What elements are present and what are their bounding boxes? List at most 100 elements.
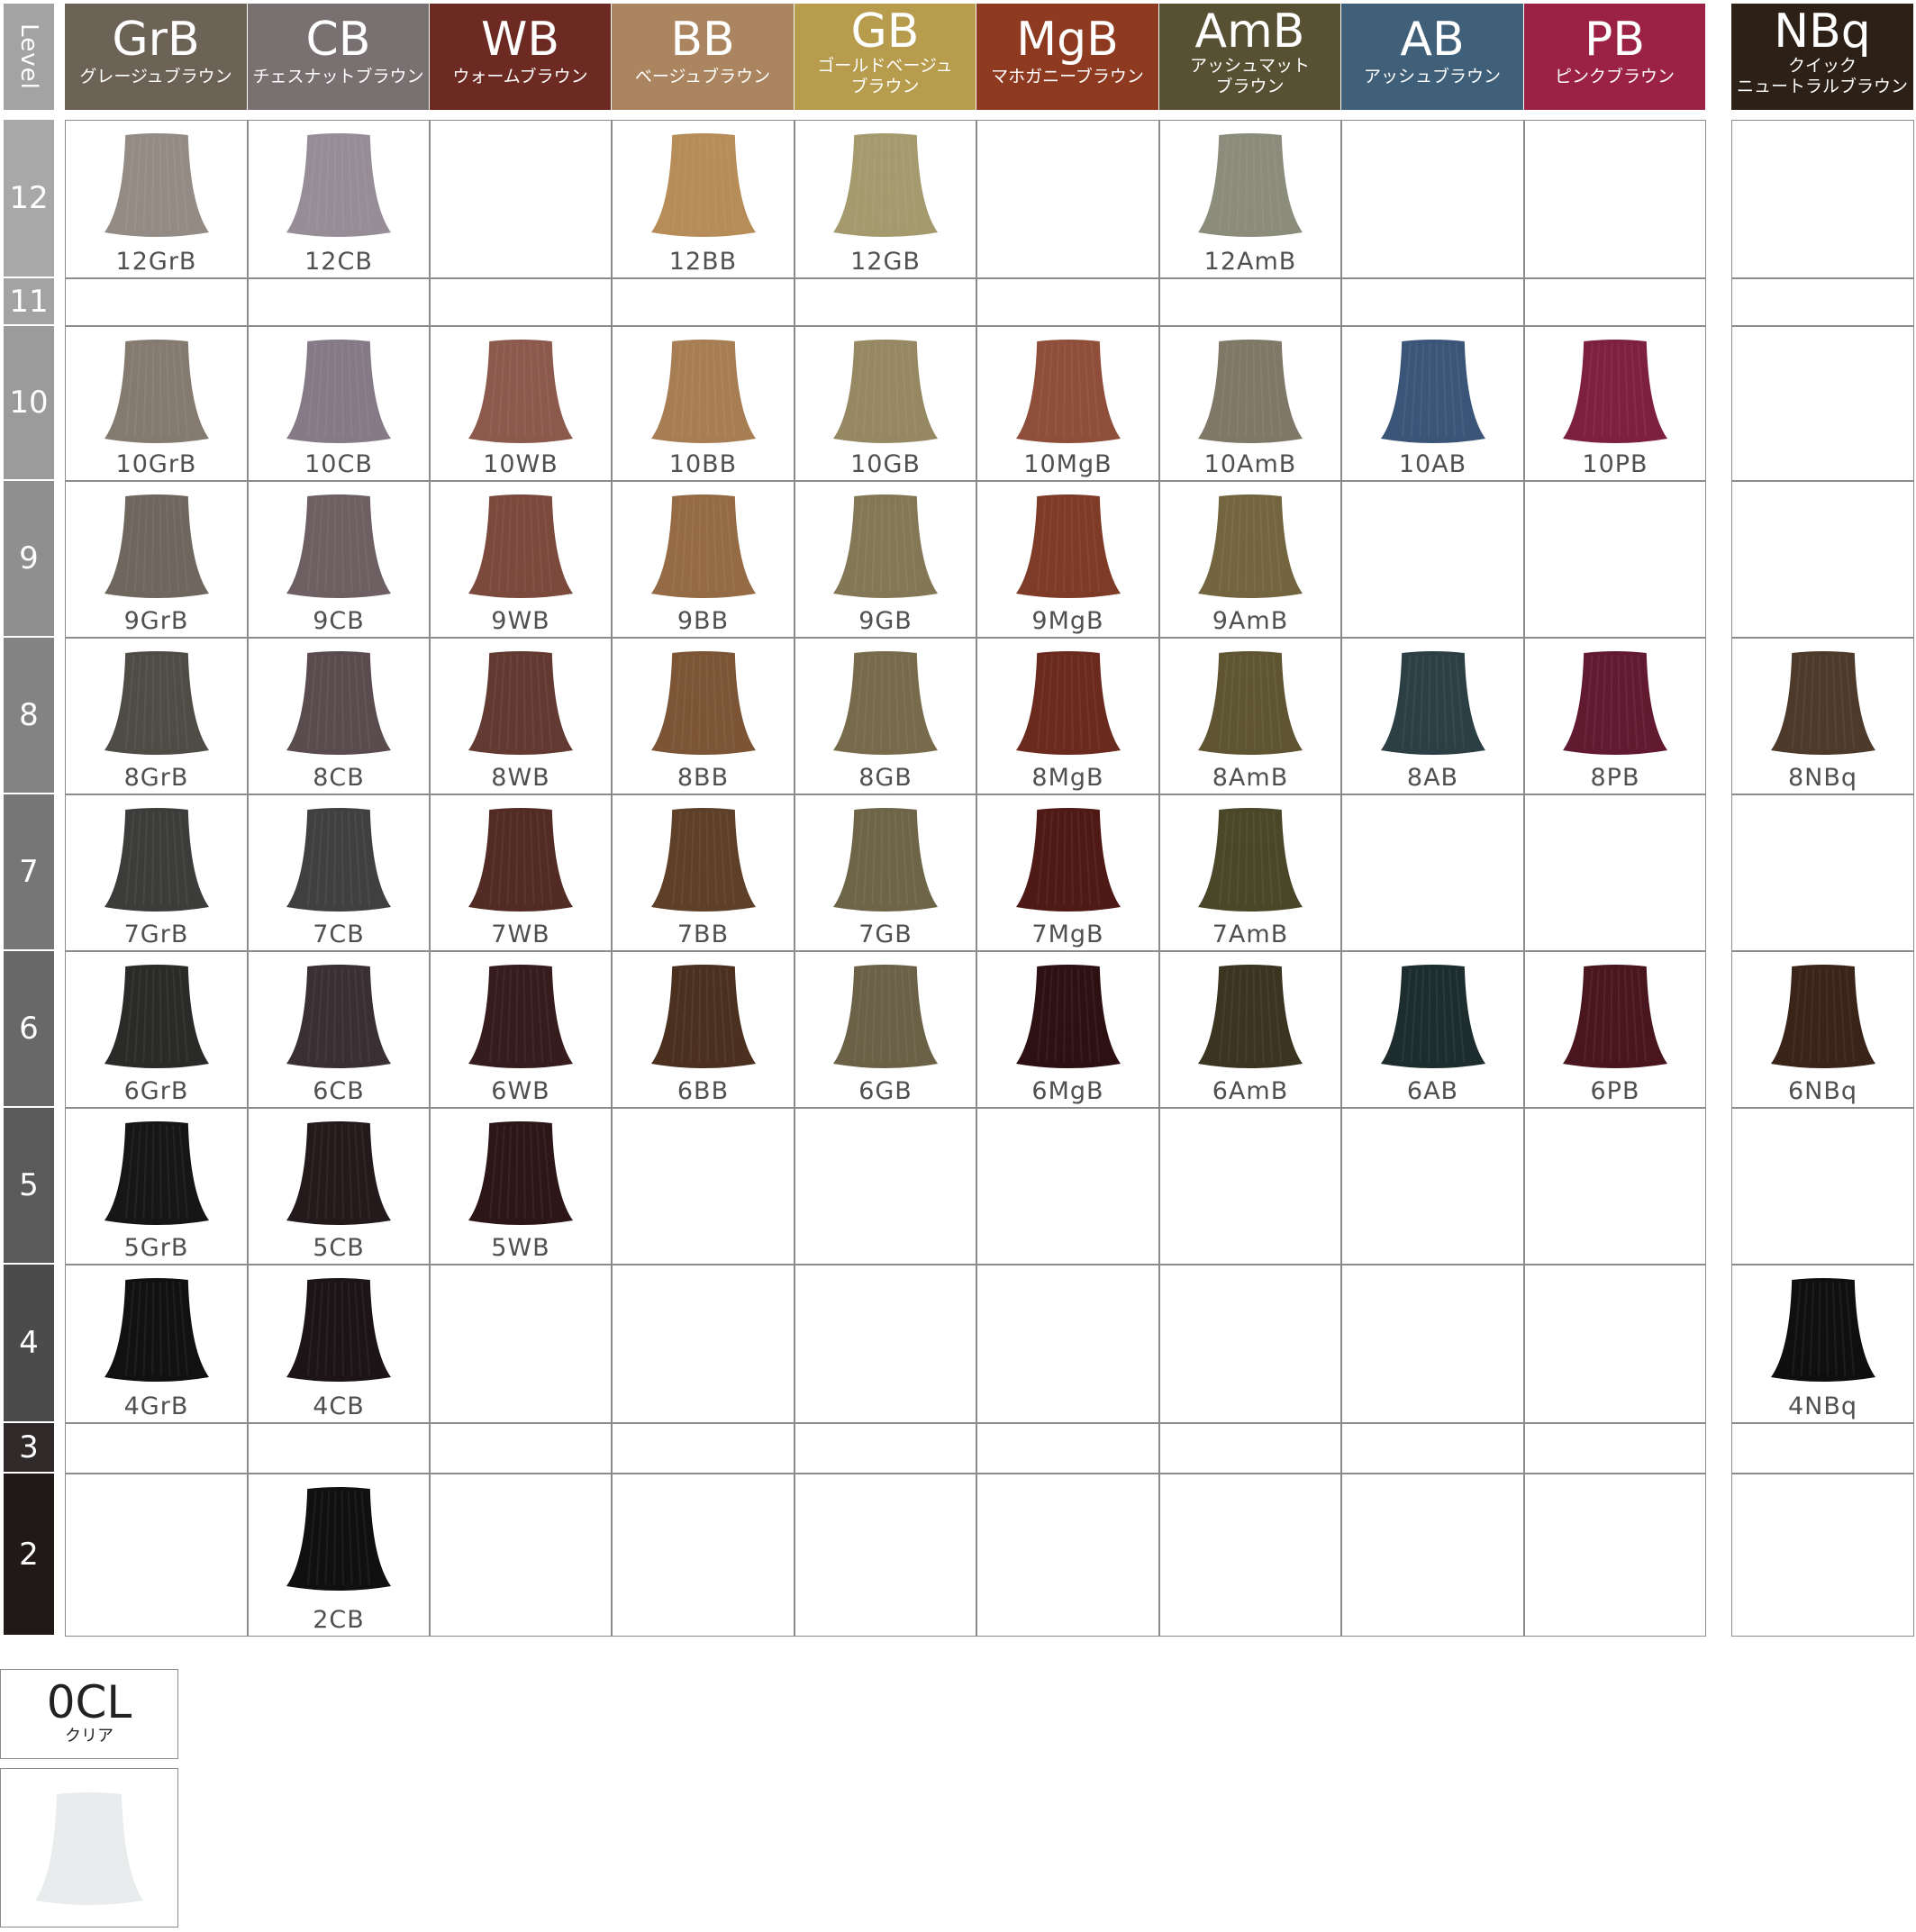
grid-cell (795, 1474, 976, 1637)
swatch-cell-6bb: 6BB (612, 951, 795, 1108)
swatch-label: 10CB (304, 450, 373, 478)
swatch-cell-9wb: 9WB (430, 481, 612, 638)
column-header-mgb: MgB マホガニーブラウン (976, 4, 1158, 110)
column-header-amb: AmB アッシュマット ブラウン (1159, 4, 1340, 110)
grid-cell (1341, 1108, 1524, 1265)
hair-swatch-9cb (286, 494, 391, 598)
grid-cell (430, 120, 612, 278)
hair-swatch-4grb (104, 1278, 209, 1382)
grid-cell (1341, 1474, 1524, 1637)
grid-cell (248, 278, 430, 326)
clear-swatch (35, 1792, 143, 1905)
level-8: 8 (4, 638, 54, 793)
hair-swatch-6cb (286, 965, 391, 1068)
swatch-cell-7grb: 7GrB (65, 794, 248, 951)
hair-swatch-6bb (650, 965, 756, 1068)
swatch-cell-7bb: 7BB (612, 794, 795, 951)
swatch-label: 9GB (858, 607, 913, 635)
swatch-cell-12bb: 12BB (612, 120, 795, 278)
grid-cell (1341, 1423, 1524, 1474)
grid-cell (1524, 1265, 1706, 1423)
swatch-cell-6grb: 6GrB (65, 951, 248, 1108)
column-header-cb: CB チェスナットブラウン (248, 4, 429, 110)
swatch-label: 8BB (677, 764, 730, 792)
swatch-cell-10cb: 10CB (248, 326, 430, 481)
swatch-cell-6mgb: 6MgB (976, 951, 1159, 1108)
swatch-label: 12CB (304, 248, 373, 276)
swatch-cell-9grb: 9GrB (65, 481, 248, 638)
column-header-bb: BB ベージュブラウン (612, 4, 794, 110)
swatch-label: 4GrB (123, 1392, 189, 1420)
level-5: 5 (4, 1108, 54, 1263)
swatch-cell-8grb: 8GrB (65, 638, 248, 794)
hair-swatch-12amb (1198, 133, 1303, 237)
grid-cell (612, 1423, 795, 1474)
hair-swatch-7cb (286, 808, 391, 912)
grid-cell (1159, 278, 1341, 326)
hair-swatch-5cb (286, 1121, 391, 1225)
grid-cell (1159, 1265, 1341, 1423)
grid-cell (248, 1423, 430, 1474)
swatch-cell-4cb: 4CB (248, 1265, 430, 1423)
swatch-label: 8MgB (1031, 764, 1104, 792)
column-header-grb: GrB グレージュブラウン (65, 4, 247, 110)
hair-swatch-10pb (1563, 340, 1667, 443)
hair-swatch-10mgb (1015, 340, 1121, 443)
swatch-label: 6GB (858, 1077, 913, 1105)
swatch-cell-10bb: 10BB (612, 326, 795, 481)
swatch-label: 5WB (491, 1234, 550, 1262)
swatch-label: 12GrB (115, 248, 197, 276)
grid-cell (1524, 1423, 1706, 1474)
hair-swatch-8wb (468, 651, 573, 755)
grid-cell (1731, 1108, 1914, 1265)
grid-cell (1341, 481, 1524, 638)
clear-header: 0CL クリア (0, 1669, 178, 1759)
grid-cell (1731, 481, 1914, 638)
column-header-nbq: NBq クイック ニュートラルブラウン (1731, 4, 1913, 110)
swatch-label: 6CB (313, 1077, 365, 1105)
swatch-cell-8nbq: 8NBq (1731, 638, 1914, 794)
grid-cell (1524, 278, 1706, 326)
grid-cell (795, 1108, 976, 1265)
clear-name: クリア (65, 1727, 114, 1746)
column-name: ゴールドベージュ (817, 56, 953, 76)
hair-swatch-8ab (1380, 651, 1485, 755)
swatch-cell-9amb: 9AmB (1159, 481, 1341, 638)
swatch-label: 8PB (1590, 764, 1640, 792)
swatch-cell-12cb: 12CB (248, 120, 430, 278)
level-header-label: Level (15, 23, 43, 90)
grid-cell (1524, 1108, 1706, 1265)
grid-cell (795, 278, 976, 326)
swatch-label: 6PB (1590, 1077, 1640, 1105)
swatch-cell-7wb: 7WB (430, 794, 612, 951)
hair-swatch-7mgb (1015, 808, 1121, 912)
swatch-cell-7mgb: 7MgB (976, 794, 1159, 951)
swatch-label: 8GB (858, 764, 913, 792)
hair-swatch-9wb (468, 494, 573, 598)
grid-cell (1731, 1423, 1914, 1474)
hair-swatch-6wb (468, 965, 573, 1068)
swatch-label: 5GrB (123, 1234, 189, 1262)
swatch-label: 8NBq (1787, 764, 1858, 792)
swatch-cell-10grb: 10GrB (65, 326, 248, 481)
clear-code: 0CL (46, 1676, 132, 1728)
swatch-label: 10MgB (1023, 450, 1112, 478)
hair-swatch-7gb (833, 808, 938, 912)
column-code: WB (480, 13, 560, 67)
swatch-cell-12gb: 12GB (795, 120, 976, 278)
grid-cell (1341, 120, 1524, 278)
hair-swatch-6gb (833, 965, 938, 1068)
swatch-label: 10GB (850, 450, 921, 478)
color-chart: Level 12 11 10 9 8 7 6 5 4 3 2 GrB グレージュブラウン CB チェスナット… (0, 0, 1916, 1928)
hair-swatch-9bb (650, 494, 756, 598)
swatch-cell-9mgb: 9MgB (976, 481, 1159, 638)
hair-swatch-5grb (104, 1121, 209, 1225)
level-11: 11 (4, 278, 54, 324)
swatch-cell-8mgb: 8MgB (976, 638, 1159, 794)
hair-swatch-12gb (833, 133, 938, 237)
swatch-label: 7WB (491, 921, 550, 948)
swatch-label: 10AB (1398, 450, 1467, 478)
grid-cell (1159, 1423, 1341, 1474)
grid-cell (1159, 1108, 1341, 1265)
column-code: CB (305, 13, 371, 67)
